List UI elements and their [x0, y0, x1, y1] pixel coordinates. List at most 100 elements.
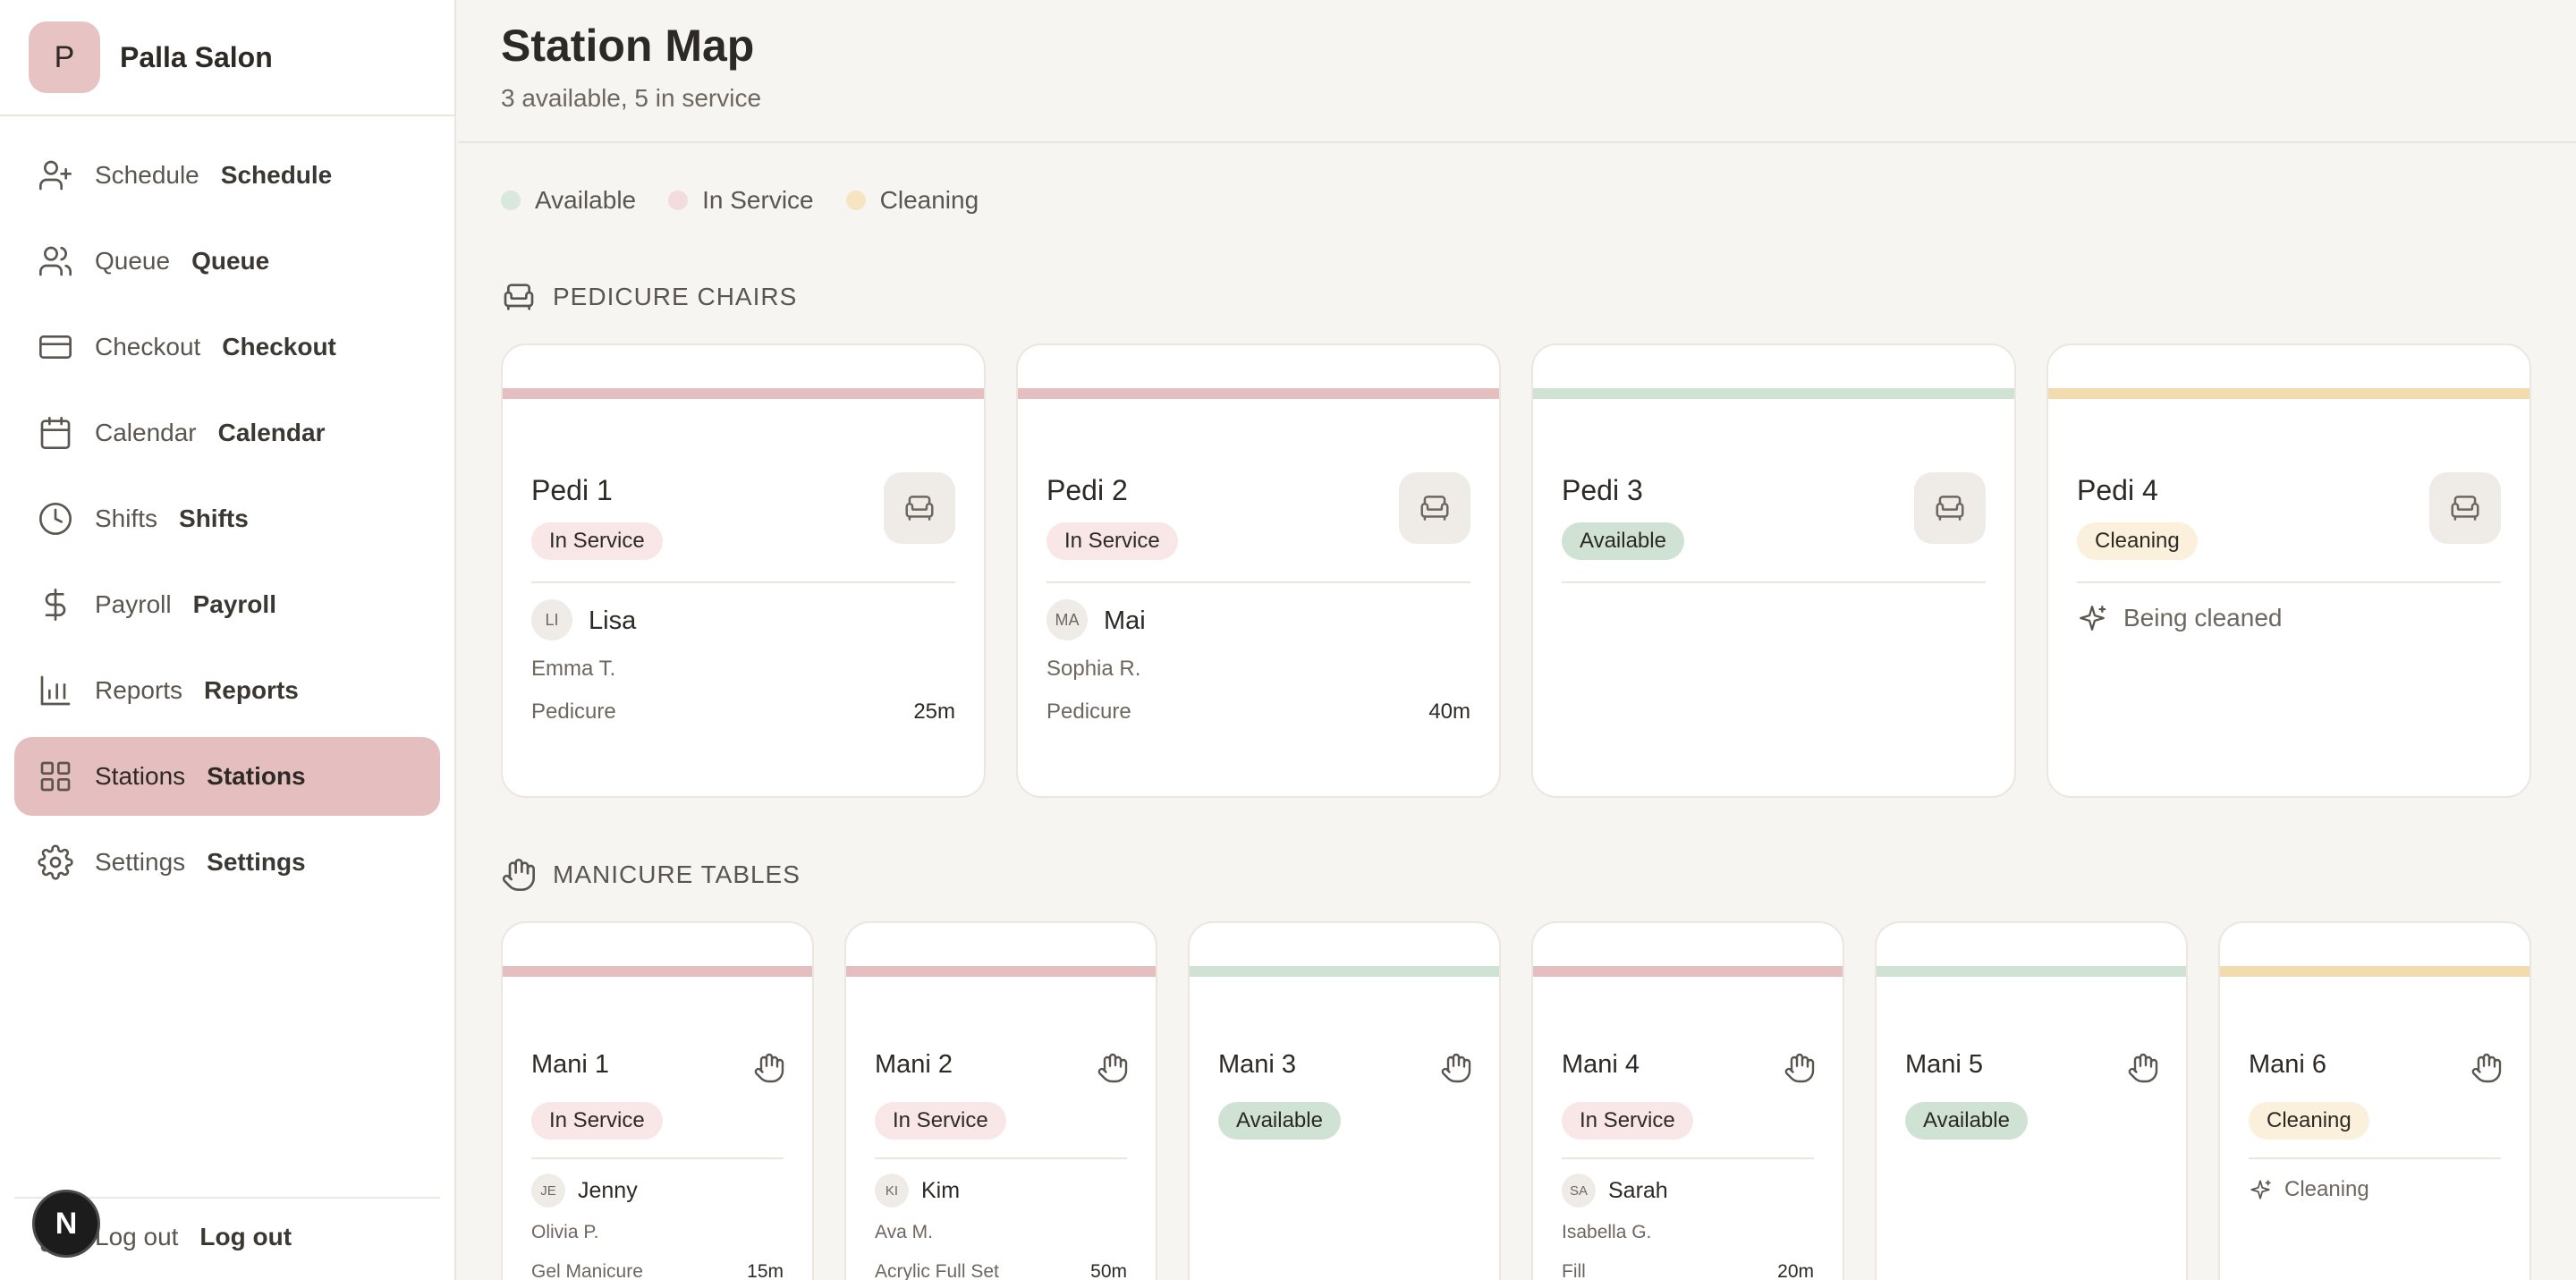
- sparkle-icon: [2077, 603, 2107, 633]
- sidebar-item-label-secondary: Checkout: [222, 333, 336, 360]
- tech-name: Jenny: [578, 1178, 638, 1203]
- dollar-icon: [38, 587, 73, 623]
- status-bar: [1877, 966, 2186, 977]
- client-name: Emma T.: [531, 657, 616, 681]
- station-card-mani-1[interactable]: Mani 1 In Service JE Jenny Olivia P. Gel Mani…: [501, 921, 814, 1280]
- card-divider: [531, 1157, 784, 1159]
- sidebar: P Palla Salon Schedule Schedule Queue Queue…: [0, 0, 456, 1280]
- sidebar-item-label: Calendar: [95, 419, 197, 446]
- station-card-mani-4[interactable]: Mani 4 In Service SA Sarah Isabella G. Fill 20…: [1531, 921, 1844, 1280]
- sidebar-item-shifts[interactable]: Shifts Shifts: [14, 479, 440, 558]
- service-name: Fill: [1562, 1261, 1586, 1280]
- station-card-pedi-2[interactable]: Pedi 2 In Service MA Mai Sophia R. Pedicure 40…: [1016, 343, 1501, 798]
- status-bar: [1533, 388, 2014, 399]
- client-name: Ava M.: [875, 1222, 933, 1242]
- legend-item: In Service: [668, 186, 814, 215]
- sidebar-item-label: Stations: [95, 762, 186, 790]
- service-duration: 25m: [913, 699, 955, 724]
- status-badge: In Service: [1562, 1102, 1693, 1140]
- bar-chart-icon: [38, 673, 73, 708]
- station-name: Pedi 4: [2077, 474, 2158, 506]
- hand-icon: [1097, 1052, 1129, 1084]
- status-badge: In Service: [875, 1102, 1006, 1140]
- sparkle-icon: [2249, 1178, 2272, 1201]
- status-legend: Available In Service Cleaning: [501, 186, 1011, 215]
- sidebar-item-queue[interactable]: Queue Queue: [14, 222, 440, 301]
- status-badge: In Service: [531, 522, 663, 560]
- station-card-mani-5[interactable]: Mani 5 Available: [1875, 921, 2188, 1280]
- sidebar-item-label-secondary: Shifts: [179, 504, 249, 532]
- status-badge: Available: [1218, 1102, 1341, 1140]
- hand-icon: [1784, 1052, 1816, 1084]
- sidebar-item-label-secondary: Stations: [207, 762, 306, 790]
- section-title: MANICURE TABLES: [553, 860, 801, 888]
- brand: P Palla Salon: [0, 0, 454, 116]
- legend-label: In Service: [702, 186, 814, 214]
- status-bar: [1533, 966, 1843, 977]
- station-card-mani-3[interactable]: Mani 3 Available: [1188, 921, 1501, 1280]
- tech-avatar: KI: [875, 1174, 909, 1208]
- station-card-mani-2[interactable]: Mani 2 In Service KI Kim Ava M. Acrylic Full …: [844, 921, 1157, 1280]
- station-card-pedi-3[interactable]: Pedi 3 Available: [1531, 343, 2016, 798]
- sidebar-item-label: Schedule: [95, 161, 199, 189]
- service-name: Pedicure: [1046, 699, 1131, 724]
- tech-avatar: JE: [531, 1174, 565, 1208]
- grid-icon: [38, 759, 73, 794]
- status-badge: Available: [1905, 1102, 2028, 1140]
- sidebar-item-label-secondary: Payroll: [192, 590, 276, 618]
- station-card-mani-6[interactable]: Mani 6 Cleaning Cleaning: [2218, 921, 2531, 1280]
- station-name: Mani 1: [531, 1050, 610, 1079]
- card-divider: [1562, 581, 1986, 583]
- credit-card-icon: [38, 329, 73, 365]
- sidebar-item-label-secondary: Queue: [191, 247, 270, 275]
- user-plus-icon: [38, 157, 73, 193]
- cleaning-note-text: Cleaning: [2284, 1177, 2369, 1201]
- station-card-pedi-4[interactable]: Pedi 4 Cleaning Being cleaned: [2046, 343, 2531, 798]
- hand-icon: [753, 1052, 785, 1084]
- sidebar-item-label: Queue: [95, 247, 171, 275]
- hand-icon: [2127, 1052, 2159, 1084]
- armchair-icon: [884, 472, 955, 544]
- tech-name: Sarah: [1608, 1178, 1668, 1203]
- gear-icon: [38, 844, 73, 880]
- sidebar-item-label-secondary: Schedule: [220, 161, 333, 189]
- sidebar-item-stations[interactable]: Stations Stations: [14, 737, 440, 816]
- station-card-pedi-1[interactable]: Pedi 1 In Service LI Lisa Emma T. Pedicure 25m: [501, 343, 986, 798]
- status-bar: [503, 966, 812, 977]
- sidebar-item-checkout[interactable]: Checkout Checkout: [14, 308, 440, 386]
- status-bar: [2048, 388, 2529, 399]
- armchair-icon: [1399, 472, 1470, 544]
- brand-name: Palla Salon: [120, 40, 273, 73]
- status-bar: [846, 966, 1156, 977]
- tech-name: Kim: [921, 1178, 961, 1203]
- tech-avatar: LI: [531, 599, 572, 640]
- legend-label: Available: [535, 186, 637, 214]
- status-badge: Cleaning: [2077, 522, 2198, 560]
- armchair-icon: [1914, 472, 1986, 544]
- section-title: PEDICURE CHAIRS: [553, 283, 798, 310]
- service-duration: 15m: [747, 1261, 784, 1280]
- station-name: Mani 3: [1218, 1050, 1297, 1079]
- status-badge: Cleaning: [2249, 1102, 2369, 1140]
- logout-label: Log out: [95, 1223, 179, 1250]
- sidebar-item-calendar[interactable]: Calendar Calendar: [14, 394, 440, 472]
- sidebar-item-settings[interactable]: Settings Settings: [14, 823, 440, 902]
- status-bar: [2220, 966, 2529, 977]
- n-badge[interactable]: N: [32, 1190, 100, 1258]
- service-duration: 40m: [1428, 699, 1470, 724]
- sidebar-item-schedule[interactable]: Schedule Schedule: [14, 136, 440, 215]
- service-duration: 20m: [1777, 1261, 1814, 1280]
- legend-item: Cleaning: [845, 186, 979, 215]
- card-divider: [531, 581, 955, 583]
- sidebar-item-reports[interactable]: Reports Reports: [14, 651, 440, 730]
- page-header: Station Map 3 available, 5 in service: [458, 0, 2576, 143]
- client-name: Olivia P.: [531, 1222, 599, 1242]
- sidebar-item-payroll[interactable]: Payroll Payroll: [14, 565, 440, 644]
- legend-item: Available: [501, 186, 636, 215]
- legend-dot: [501, 191, 521, 210]
- status-badge: In Service: [531, 1102, 663, 1140]
- sidebar-item-label-secondary: Calendar: [217, 419, 326, 446]
- tech-name: Mai: [1104, 606, 1146, 635]
- page-subtitle: 3 available, 5 in service: [501, 84, 762, 112]
- section-pedicure-chairs: PEDICURE CHAIRS: [501, 279, 797, 315]
